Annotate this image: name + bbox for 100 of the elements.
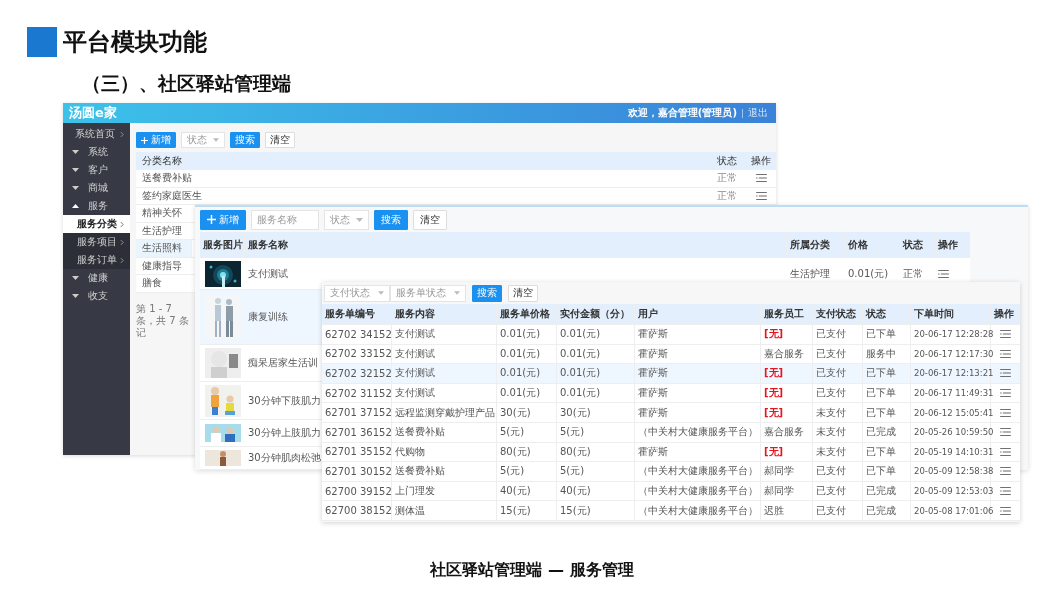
list-icon[interactable]: [938, 269, 949, 278]
list-icon[interactable]: [1000, 487, 1011, 496]
table-cell[interactable]: 30分钟上肢肌力: [245, 426, 324, 440]
table-cell: 15(元): [497, 501, 557, 520]
sidebar-item[interactable]: 系统首页: [63, 125, 130, 143]
table-cell[interactable]: 送餐费补贴: [136, 171, 711, 186]
sidebar-subitem[interactable]: 服务分类: [63, 215, 130, 233]
app-logo: 汤圆e家: [69, 104, 117, 122]
list-icon[interactable]: [1000, 330, 1011, 339]
table-cell[interactable]: 健康指导: [136, 257, 192, 274]
table-cell[interactable]: 签约家庭医生: [136, 188, 711, 203]
table-cell: 0.01(元): [497, 364, 557, 383]
table-cell: 嘉合服务: [761, 422, 813, 442]
sidebar-item[interactable]: 收支: [63, 287, 130, 305]
sidebar-item[interactable]: 健康: [63, 269, 130, 287]
table-row[interactable]: 62702 32152 支付测试 0.01(元) 0.01(元) 霍萨斯 [无] 已支付 已下单 20-06-17 12:13:21: [322, 364, 1020, 384]
table-cell[interactable]: 痴呆居家生活训: [245, 356, 321, 370]
list-icon[interactable]: [1000, 369, 1011, 378]
list-icon[interactable]: [1000, 506, 1011, 515]
table-cell: 已支付: [813, 325, 863, 344]
table-cell: 支付测试: [392, 344, 497, 364]
table-cell: 已下单: [863, 325, 911, 344]
clear-button[interactable]: 清空: [265, 132, 295, 148]
sidebar-item[interactable]: 商城: [63, 179, 130, 197]
table-row[interactable]: 62702 34152 支付测试 0.01(元) 0.01(元) 霍萨斯 [无] 已支付 已下单 20-06-17 12:28:28: [322, 325, 1020, 345]
table-row[interactable]: 62701 37152 远程监测穿戴护理产品 30(元) 30(元) 霍萨斯 [无] 未支付 已下单 20-06-12 15:05:41: [322, 403, 1020, 423]
list-icon[interactable]: [1000, 349, 1011, 358]
list-icon[interactable]: [755, 174, 767, 183]
column-header: 价格: [845, 232, 900, 257]
table-cell: 嘉合服务: [761, 344, 813, 364]
table-cell: 已完成: [863, 481, 911, 501]
table-cell: 62701 35152: [322, 442, 392, 462]
table-cell[interactable]: 支付测试: [245, 266, 787, 281]
table-cell[interactable]: 30分钟肌肉松弛: [245, 451, 324, 465]
sidebar-subitem[interactable]: 服务订单: [63, 251, 130, 269]
table-cell[interactable]: 精神关怀: [136, 205, 192, 222]
clear-button[interactable]: 清空: [413, 209, 447, 230]
table-cell: （中关村大健康服务平台）: [635, 481, 761, 501]
sidebar-subitem[interactable]: 服务项目: [63, 233, 130, 251]
list-icon[interactable]: [1000, 408, 1011, 417]
column-header: 操作: [935, 232, 970, 257]
table-cell: 未支付: [813, 403, 863, 422]
table-cell: 支付测试: [392, 383, 497, 403]
column-header: 操作: [750, 153, 772, 168]
table-cell: 62700 38152: [322, 501, 392, 520]
table-cell: 送餐费补贴: [392, 422, 497, 442]
table-cell: 20-06-17 12:17:30: [911, 344, 991, 364]
chevron-right-icon: [120, 130, 124, 138]
table-row[interactable]: 62702 31152 支付测试 0.01(元) 0.01(元) 霍萨斯 [无] 已支付 已下单 20-06-17 11:49:31: [322, 383, 1020, 404]
table-cell: 霍萨斯: [635, 383, 761, 403]
list-icon[interactable]: [1000, 467, 1011, 476]
slide-title: 平台模块功能: [63, 27, 207, 57]
table-cell: 5(元): [497, 462, 557, 481]
list-icon[interactable]: [1000, 447, 1011, 456]
list-icon[interactable]: [1000, 428, 1011, 437]
table-cell: [无]: [761, 325, 813, 344]
table-cell: 20-05-26 10:59:50: [911, 422, 991, 442]
table-cell: 已支付: [813, 364, 863, 383]
table-row[interactable]: 62701 30152 送餐费补贴 5(元) 5(元) （中关村大健康服务平台） 郝同学 已支付 已下单 20-05-09 12:58:38: [322, 462, 1020, 482]
table-cell-text: 正常: [716, 171, 738, 186]
table-cell: 40(元): [557, 481, 635, 501]
welcome-text: 欢迎，嘉合管理(管理员): [627, 106, 737, 120]
table-cell: 已下单: [863, 364, 911, 383]
table-row[interactable]: 62700 38152 测体温 15(元) 15(元) （中关村大健康服务平台） 迟胜 已支付 已完成 20-05-08 17:01:06: [322, 501, 1020, 521]
table-cell: 20-05-08 17:01:06: [911, 501, 991, 520]
column-header: 所属分类: [787, 232, 845, 257]
column-header: 服务单价格: [497, 304, 557, 324]
table-cell[interactable]: 生活照料: [136, 240, 192, 257]
table-cell: 80(元): [557, 442, 635, 462]
search-field[interactable]: 服务名称: [251, 209, 319, 230]
clear-button[interactable]: 清空: [508, 284, 538, 302]
plus-icon: [207, 215, 216, 224]
column-header: 实付金额（分）: [557, 304, 635, 324]
table-cell: 已支付: [813, 462, 863, 481]
table-cell[interactable]: 生活护理: [136, 222, 192, 239]
sidebar-item[interactable]: 客户: [63, 161, 130, 179]
table-row[interactable]: 62700 39152 上门理发 40(元) 40(元) （中关村大健康服务平台） 郝同学 已支付 已完成 20-05-09 12:53:03: [322, 481, 1020, 502]
sidebar-item[interactable]: 服务: [63, 197, 130, 215]
table-cell: 5(元): [557, 422, 635, 442]
sidebar-item[interactable]: 系统: [63, 143, 130, 161]
table-row[interactable]: 62701 35152 代购物 80(元) 80(元) 霍萨斯 [无] 未支付 已下单 20-05-19 14:10:31: [322, 442, 1020, 463]
column-header: 服务名称: [245, 232, 787, 257]
table-cell: 20-06-17 12:13:21: [911, 364, 991, 383]
table-cell[interactable]: 30分钟下肢肌力: [245, 393, 324, 408]
table-cell: 霍萨斯: [635, 364, 761, 383]
table-cell[interactable]: 康复训练: [245, 310, 291, 324]
table-cell: 服务中: [863, 344, 911, 364]
table-row[interactable]: 62702 33152 支付测试 0.01(元) 0.01(元) 霍萨斯 嘉合服务 已支付 服务中 20-06-17 12:17:30: [322, 344, 1020, 365]
table-cell[interactable]: 膳食: [136, 275, 192, 292]
table-cell-text: 生活护理: [789, 266, 831, 281]
table-cell: 已完成: [863, 501, 911, 520]
list-icon[interactable]: [1000, 389, 1011, 398]
table-cell: 上门理发: [392, 481, 497, 501]
table-cell: 支付测试: [392, 325, 497, 344]
table-cell: [无]: [761, 403, 813, 422]
table-row[interactable]: 62701 36152 送餐费补贴 5(元) 5(元) （中关村大健康服务平台） 嘉合服务 未支付 已完成 20-05-26 10:59:50: [322, 422, 1020, 443]
table-cell: 62700 39152: [322, 481, 392, 501]
list-icon[interactable]: [755, 191, 767, 200]
title-marker: [27, 27, 57, 57]
column-header: 分类名称: [141, 153, 183, 168]
